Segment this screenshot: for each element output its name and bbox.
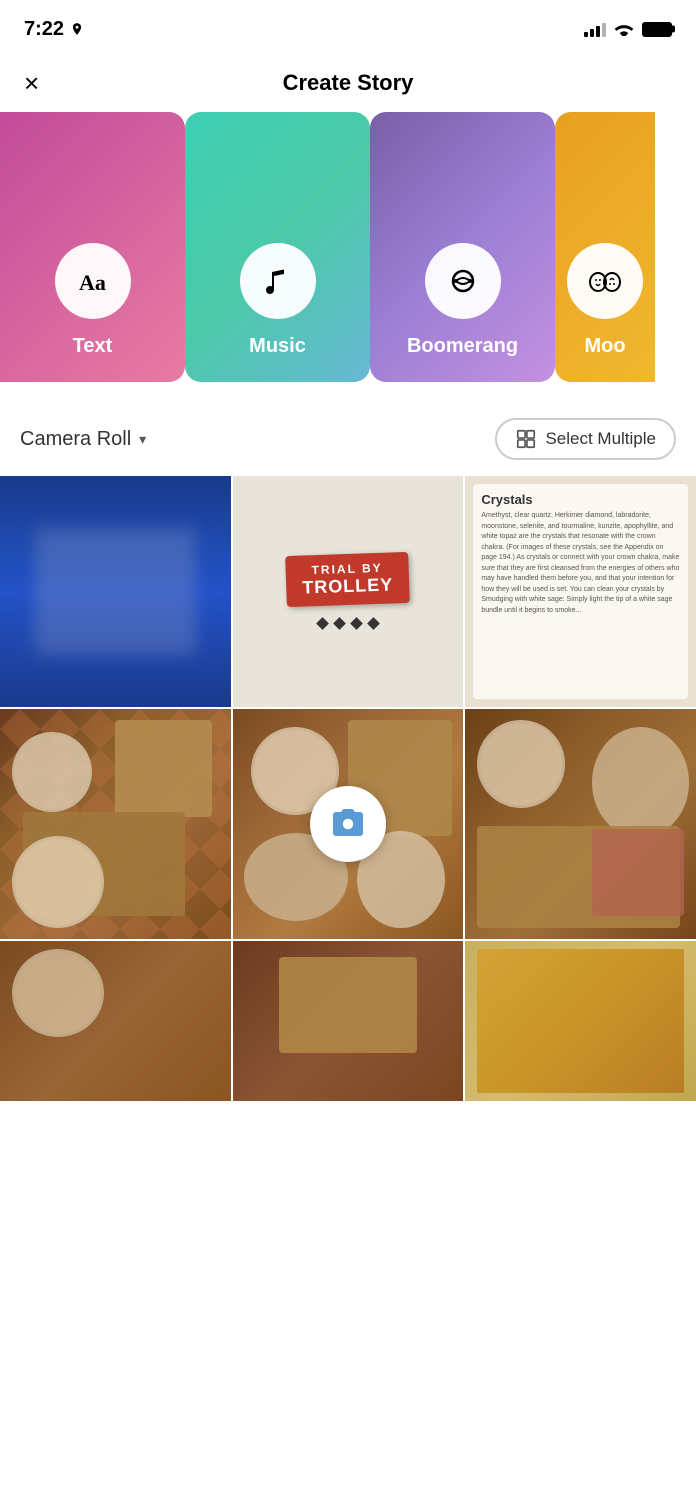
diamond-icon [316,617,329,630]
diamond-icon [333,617,346,630]
select-multiple-button[interactable]: Select Multiple [495,418,676,460]
svg-text:Aa: Aa [79,270,106,295]
page-title: Create Story [283,70,414,96]
select-multiple-label: Select Multiple [545,429,656,449]
trolley-line2: TROLLEY [302,575,394,599]
photo-4[interactable] [0,709,231,940]
moo-icon [586,262,624,300]
camera-roll-bar: Camera Roll ▾ Select Multiple [0,402,696,476]
status-icons [584,21,672,37]
music-card-label: Music [249,335,306,358]
photo-5[interactable] [233,709,464,940]
select-multiple-icon [515,428,537,450]
photo-7[interactable] [0,941,231,1101]
moo-icon-circle [567,243,643,319]
status-bar: 7:22 [0,0,696,54]
photo-8[interactable] [233,941,464,1101]
status-time: 7:22 [24,18,84,41]
story-card-music[interactable]: Music [185,112,370,382]
close-button[interactable]: × [24,70,39,96]
moo-card-label: Moo [584,335,625,358]
time-display: 7:22 [24,18,64,41]
wifi-icon [614,22,634,36]
story-card-boomerang[interactable]: Boomerang [370,112,555,382]
camera-roll-selector[interactable]: Camera Roll ▾ [20,428,146,451]
photo-1[interactable] [0,476,231,707]
music-icon [259,262,297,300]
chevron-down-icon: ▾ [139,431,146,448]
photo-2[interactable]: TRIAL BY TROLLEY [233,476,464,707]
signal-icon [584,21,606,37]
boomerang-card-label: Boomerang [407,335,518,358]
photo-3[interactable]: Crystals Amethyst, clear quartz, Herkime… [465,476,696,707]
boomerang-icon-circle [425,243,501,319]
camera-icon [330,806,366,842]
book-text: Amethyst, clear quartz, Herkimer diamond… [481,511,680,616]
battery-icon [642,22,672,37]
boomerang-icon [444,262,482,300]
photo-9[interactable] [465,941,696,1101]
photo-6[interactable] [465,709,696,940]
book-title: Crystals [481,492,680,507]
story-card-text[interactable]: Aa Text [0,112,185,382]
diamond-icon [350,617,363,630]
photo-grid: TRIAL BY TROLLEY Crystals Amethyst, clea… [0,476,696,1101]
story-card-moo[interactable]: Moo [555,112,655,382]
camera-button[interactable] [310,786,386,862]
header: × Create Story [0,54,696,112]
story-cards-scroll[interactable]: Aa Text Music Boomerang [0,112,696,402]
text-icon-circle: Aa [55,243,131,319]
location-icon [70,22,84,36]
text-card-label: Text [73,335,113,358]
diamond-icon [367,617,380,630]
camera-roll-label: Camera Roll [20,428,131,451]
text-icon: Aa [74,262,112,300]
music-icon-circle [240,243,316,319]
